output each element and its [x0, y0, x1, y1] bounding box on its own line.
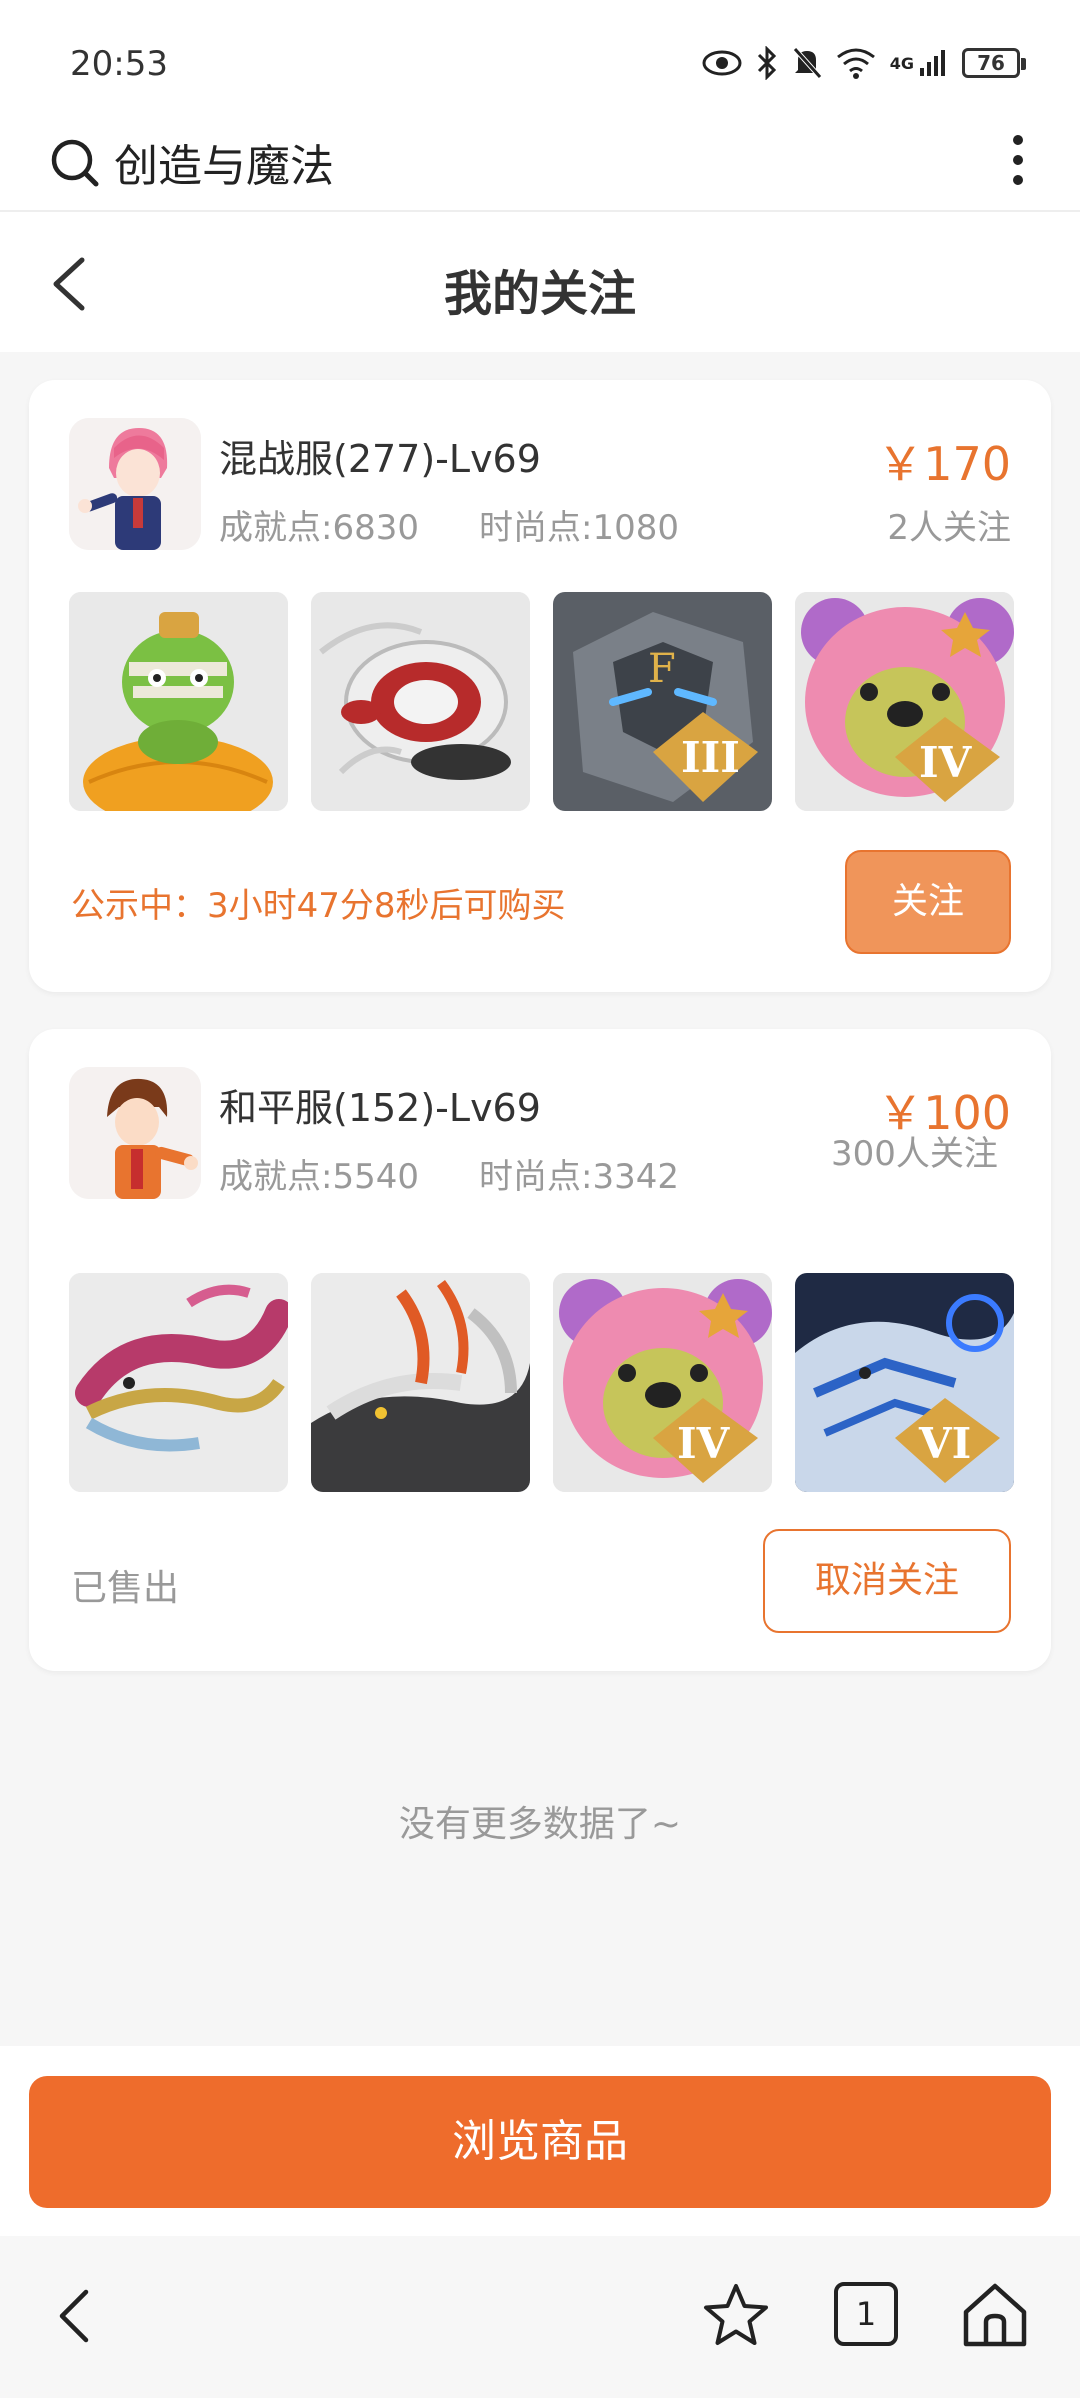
status-icons: 4G 76 [702, 46, 1026, 80]
item-thumbnail[interactable] [311, 1273, 530, 1492]
item-thumbnail[interactable]: F III [553, 592, 772, 811]
account-stats: 成就点:6830 时尚点:1080 [219, 500, 679, 549]
mute-bell-icon [792, 47, 822, 79]
item-thumbnail[interactable]: IV [553, 1273, 772, 1492]
listing-card[interactable]: 和平服(152)-Lv69 成就点:5540 时尚点:3342 ￥100 300… [29, 1029, 1051, 1671]
network-type: 4G [889, 53, 914, 73]
item-thumbnails: IV VI [69, 1273, 1014, 1492]
svg-text:VI: VI [918, 1419, 971, 1468]
server-name: 混战服(277)-Lv69 [219, 437, 541, 481]
achievement-points: 成就点:6830 [219, 508, 419, 548]
bookmark-star-icon[interactable] [700, 2280, 772, 2352]
countdown-notice: 公示中：3小时47分8秒后可购买 [71, 886, 566, 926]
tabs-count-button[interactable]: 1 [834, 2282, 898, 2346]
sold-status: 已售出 [71, 1568, 180, 1609]
search-icon[interactable] [50, 132, 100, 192]
more-options-icon[interactable] [1000, 128, 1036, 192]
status-time: 20:53 [70, 44, 168, 84]
svg-text:IV: IV [919, 738, 973, 787]
bluetooth-icon [757, 46, 776, 80]
achievement-points: 成就点:5540 [219, 1157, 419, 1197]
svg-text:III: III [681, 733, 740, 782]
price: ￥170 [877, 437, 1011, 491]
fashion-points: 时尚点:1080 [478, 508, 679, 548]
svg-text:F: F [648, 646, 676, 692]
bottom-action-panel: 浏览商品 [0, 2046, 1080, 2236]
account-stats: 成就点:5540 时尚点:3342 [219, 1149, 679, 1198]
item-thumbnail[interactable]: VI [795, 1273, 1014, 1492]
item-thumbnail[interactable]: IV [795, 592, 1014, 811]
character-avatar [69, 418, 201, 550]
page-title: 我的关注 [443, 266, 636, 322]
item-thumbnail[interactable] [311, 592, 530, 811]
browser-nav-bar: 1 [0, 2236, 1080, 2398]
item-thumbnails: F III IV [69, 592, 1014, 811]
nav-back-icon[interactable] [50, 2284, 100, 2348]
end-of-list-text: 没有更多数据了~ [398, 1804, 682, 1845]
home-icon[interactable] [958, 2278, 1032, 2352]
item-thumbnail[interactable] [69, 592, 288, 811]
signal-icon [920, 50, 945, 76]
battery-indicator: 76 [962, 48, 1026, 78]
follower-count: 2人关注 [887, 508, 1011, 548]
fashion-points: 时尚点:3342 [478, 1157, 679, 1197]
unfollow-button[interactable]: 取消关注 [763, 1529, 1011, 1633]
item-thumbnail[interactable] [69, 1273, 288, 1492]
search-query[interactable]: 创造与魔法 [114, 130, 334, 194]
browse-products-button[interactable]: 浏览商品 [29, 2076, 1051, 2208]
wifi-icon [836, 48, 875, 79]
browser-search-bar[interactable]: 创造与魔法 [0, 110, 1080, 212]
eye-icon [702, 50, 742, 76]
follower-count: 300人关注 [831, 1134, 998, 1174]
server-name: 和平服(152)-Lv69 [219, 1086, 541, 1130]
page-header: 我的关注 [0, 212, 1080, 352]
character-avatar [69, 1067, 201, 1199]
svg-text:IV: IV [677, 1419, 731, 1468]
follow-button[interactable]: 关注 [845, 850, 1011, 954]
listing-card[interactable]: 混战服(277)-Lv69 成就点:6830 时尚点:1080 ￥170 2人关… [29, 380, 1051, 992]
